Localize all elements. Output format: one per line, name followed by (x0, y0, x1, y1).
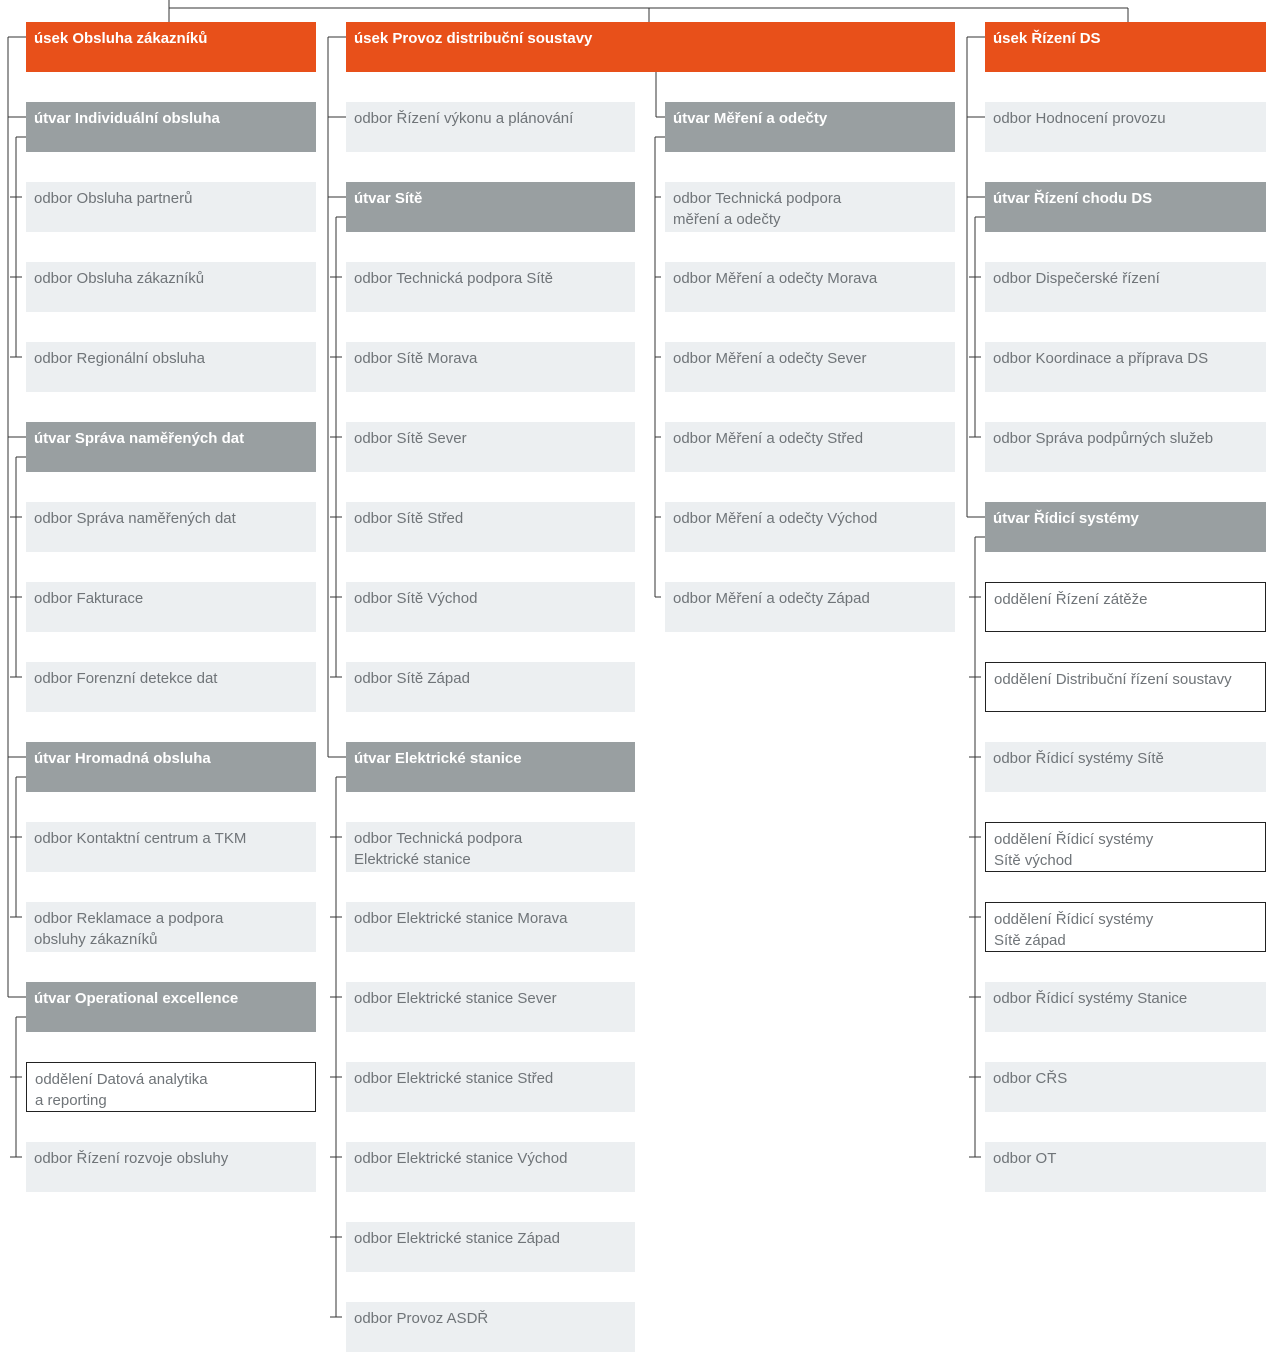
odbor-box: odbor CŘS (985, 1062, 1266, 1112)
odbor-box: odbor Řídicí systémy Stanice (985, 982, 1266, 1032)
odbor-box: odbor Správa podpůrných služeb (985, 422, 1266, 472)
odbor-box: odbor Měření a odečty Sever (665, 342, 955, 392)
oddeleni-box: oddělení Datová analytika a reporting (26, 1062, 316, 1112)
utvar-box: útvar Operational excellence (26, 982, 316, 1032)
odbor-box: odbor OT (985, 1142, 1266, 1192)
utvar-box: útvar Řídicí systémy (985, 502, 1266, 552)
odbor-box: odbor Řídicí systémy Sítě (985, 742, 1266, 792)
odbor-box: odbor Regionální obsluha (26, 342, 316, 392)
odbor-box: odbor Měření a odečty Východ (665, 502, 955, 552)
odbor-box: odbor Sítě Západ (346, 662, 635, 712)
org-chart: úsek Obsluha zákazníků útvar Individuální… (0, 0, 1266, 1352)
odbor-box: odbor Řízení rozvoje obsluhy (26, 1142, 316, 1192)
odbor-box: odbor Elektrické stanice Střed (346, 1062, 635, 1112)
utvar-box: útvar Hromadná obsluha (26, 742, 316, 792)
odbor-box: odbor Měření a odečty Střed (665, 422, 955, 472)
odbor-box: odbor Obsluha zákazníků (26, 262, 316, 312)
oddeleni-box: oddělení Řídicí systémy Sítě východ (985, 822, 1266, 872)
odbor-box: odbor Sítě Sever (346, 422, 635, 472)
utvar-box: útvar Elektrické stanice (346, 742, 635, 792)
utvar-box: útvar Měření a odečty (665, 102, 955, 152)
odbor-box: odbor Sítě Střed (346, 502, 635, 552)
odbor-box: odbor Koordinace a příprava DS (985, 342, 1266, 392)
utvar-box: útvar Individuální obsluha (26, 102, 316, 152)
odbor-box: odbor Řízení výkonu a plánování (346, 102, 635, 152)
odbor-box: odbor Sítě Východ (346, 582, 635, 632)
odbor-box: odbor Technická podpora Sítě (346, 262, 635, 312)
odbor-box: odbor Sítě Morava (346, 342, 635, 392)
odbor-box: odbor Měření a odečty Morava (665, 262, 955, 312)
odbor-box: odbor Fakturace (26, 582, 316, 632)
odbor-box: odbor Měření a odečty Západ (665, 582, 955, 632)
utvar-box: útvar Řízení chodu DS (985, 182, 1266, 232)
usek-box: úsek Obsluha zákazníků (26, 22, 316, 72)
odbor-box: odbor Forenzní detekce dat (26, 662, 316, 712)
odbor-box: odbor Obsluha partnerů (26, 182, 316, 232)
odbor-box: odbor Elektrické stanice Morava (346, 902, 635, 952)
oddeleni-box: oddělení Distribuční řízení soustavy (985, 662, 1266, 712)
odbor-box: odbor Elektrické stanice Východ (346, 1142, 635, 1192)
oddeleni-box: oddělení Řídicí systémy Sítě západ (985, 902, 1266, 952)
utvar-box: útvar Sítě (346, 182, 635, 232)
utvar-box: útvar Správa naměřených dat (26, 422, 316, 472)
odbor-box: odbor Správa naměřených dat (26, 502, 316, 552)
odbor-box: odbor Provoz ASDŘ (346, 1302, 635, 1352)
odbor-box: odbor Reklamace a podpora obsluhy zákazn… (26, 902, 316, 952)
usek-box: úsek Řízení DS (985, 22, 1266, 72)
odbor-box: odbor Technická podpora Elektrické stani… (346, 822, 635, 872)
odbor-box: odbor Elektrické stanice Západ (346, 1222, 635, 1272)
usek-box: úsek Provoz distribuční soustavy (346, 22, 955, 72)
odbor-box: odbor Hodnocení provozu (985, 102, 1266, 152)
odbor-box: odbor Technická podpora měření a odečty (665, 182, 955, 232)
odbor-box: odbor Dispečerské řízení (985, 262, 1266, 312)
odbor-box: odbor Kontaktní centrum a TKM (26, 822, 316, 872)
oddeleni-box: oddělení Řízení zátěže (985, 582, 1266, 632)
odbor-box: odbor Elektrické stanice Sever (346, 982, 635, 1032)
